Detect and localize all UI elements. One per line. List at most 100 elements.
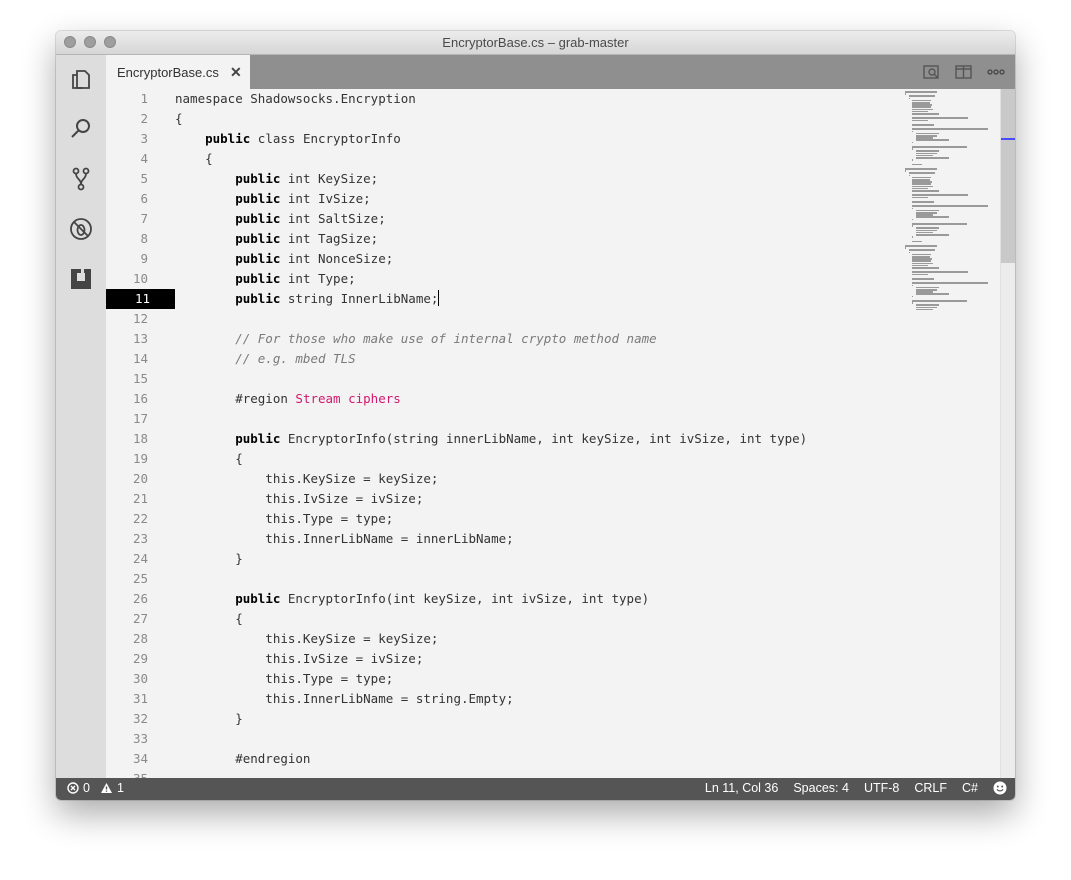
encoding[interactable]: UTF-8 — [864, 781, 899, 795]
line-text[interactable]: this.KeySize = keySize; — [175, 469, 438, 489]
minimap-line — [912, 207, 914, 210]
code-line[interactable]: 24 } — [106, 549, 906, 569]
code-line[interactable]: 15 — [106, 369, 906, 389]
code-line[interactable]: 34 #endregion — [106, 749, 906, 769]
line-text[interactable]: public EncryptorInfo(int keySize, int iv… — [175, 589, 649, 609]
code-line[interactable]: 12 — [106, 309, 906, 329]
minimap-line — [912, 119, 929, 122]
code-line[interactable]: 3 public class EncryptorInfo — [106, 129, 906, 149]
code-line[interactable]: 7 public int SaltSize; — [106, 209, 906, 229]
line-text[interactable]: } — [175, 709, 243, 729]
language-mode[interactable]: C# — [962, 781, 978, 795]
tab-encryptorbase[interactable]: EncryptorBase.cs ✕ — [106, 55, 250, 89]
minimap-line — [905, 91, 937, 93]
code-area[interactable]: 1 namespace Shadowsocks.Encryption 2{3 pub… — [106, 89, 905, 778]
minimap[interactable] — [905, 89, 1001, 311]
search-icon[interactable] — [65, 113, 97, 145]
code-line[interactable]: 4 { — [106, 149, 906, 169]
vertical-scrollbar[interactable] — [1000, 89, 1015, 778]
extensions-icon[interactable] — [65, 263, 97, 295]
line-text[interactable]: public int IvSize; — [175, 189, 370, 209]
code-line[interactable]: 20 this.KeySize = keySize; — [106, 469, 906, 489]
minimap-line — [912, 267, 940, 269]
code-line[interactable]: 28 this.KeySize = keySize; — [106, 629, 906, 649]
code-line[interactable]: 1 namespace Shadowsocks.Encryption — [106, 89, 906, 109]
line-text[interactable]: { — [175, 609, 243, 629]
line-text[interactable]: this.KeySize = keySize; — [175, 629, 438, 649]
line-text[interactable]: this.IvSize = ivSize; — [175, 489, 423, 509]
line-text[interactable]: #endregion — [175, 749, 310, 769]
code-line[interactable]: 8 public int TagSize; — [106, 229, 906, 249]
explorer-icon[interactable] — [65, 63, 97, 95]
line-number: 15 — [132, 371, 148, 386]
line-ending[interactable]: CRLF — [914, 781, 947, 795]
code-line[interactable]: 22 this.Type = type; — [106, 509, 906, 529]
minimap-line — [905, 170, 906, 172]
debug-icon[interactable] — [65, 213, 97, 245]
status-bar: 0 1 Ln 11, Col 36 Spaces: 4 UTF-8 CRLF C… — [56, 778, 1015, 800]
split-editor-icon[interactable] — [953, 63, 975, 81]
code-line[interactable]: 19 { — [106, 449, 906, 469]
code-line[interactable]: 29 this.IvSize = ivSize; — [106, 649, 906, 669]
line-text[interactable]: // For those who make use of internal cr… — [175, 329, 656, 349]
line-text[interactable]: { — [175, 109, 183, 129]
line-text[interactable]: public int Type; — [175, 269, 355, 289]
code-line[interactable]: 30 this.Type = type; — [106, 669, 906, 689]
code-line[interactable]: 18 public EncryptorInfo(string innerLibN… — [106, 429, 906, 449]
code-line[interactable]: 17 — [106, 409, 906, 429]
code-line[interactable]: 25 — [106, 569, 906, 589]
line-text[interactable]: this.InnerLibName = innerLibName; — [175, 529, 513, 549]
code-line[interactable]: 35 — [106, 769, 906, 778]
line-text[interactable]: this.Type = type; — [175, 509, 393, 529]
code-line[interactable]: 10 public int Type; — [106, 269, 906, 289]
code-line[interactable]: 21 this.IvSize = ivSize; — [106, 489, 906, 509]
code-line[interactable]: 11 public string InnerLibName; — [106, 289, 906, 309]
line-text[interactable]: public string InnerLibName; — [175, 289, 440, 309]
line-text[interactable]: // e.g. mbed TLS — [175, 349, 355, 369]
code-line[interactable]: 2{ — [106, 109, 906, 129]
line-text[interactable]: { — [175, 449, 243, 469]
line-text[interactable]: this.InnerLibName = string.Empty; — [175, 689, 513, 709]
problems-indicator[interactable]: 0 1 — [67, 781, 124, 795]
code-line[interactable]: 14 // e.g. mbed TLS — [106, 349, 906, 369]
code-line[interactable]: 23 this.InnerLibName = innerLibName; — [106, 529, 906, 549]
line-text[interactable]: public EncryptorInfo(string innerLibName… — [175, 429, 807, 449]
line-number: 26 — [132, 591, 148, 606]
code-line[interactable]: 27 { — [106, 609, 906, 629]
code-line[interactable]: 9 public int NonceSize; — [106, 249, 906, 269]
feedback-smiley-icon[interactable] — [993, 781, 1007, 795]
line-text[interactable]: public int SaltSize; — [175, 209, 386, 229]
line-text[interactable]: { — [175, 149, 213, 169]
code-editor[interactable]: 1 namespace Shadowsocks.Encryption 2{3 pub… — [106, 89, 1015, 778]
open-preview-icon[interactable] — [921, 63, 943, 81]
code-line[interactable]: 32 } — [106, 709, 906, 729]
code-line[interactable]: 26 public EncryptorInfo(int keySize, int… — [106, 589, 906, 609]
line-text[interactable]: this.IvSize = ivSize; — [175, 649, 423, 669]
code-line[interactable]: 6 public int IvSize; — [106, 189, 906, 209]
line-text[interactable]: } — [175, 549, 243, 569]
line-text[interactable]: public int NonceSize; — [175, 249, 393, 269]
minimap-line — [912, 282, 989, 284]
line-text[interactable]: public class EncryptorInfo — [175, 129, 401, 149]
code-line[interactable]: 33 — [106, 729, 906, 749]
scrollbar-thumb[interactable] — [1001, 89, 1015, 263]
code-line[interactable]: 16 #region Stream ciphers — [106, 389, 906, 409]
line-number: 2 — [140, 111, 148, 126]
line-text[interactable]: public int KeySize; — [175, 169, 378, 189]
minimap-line — [912, 300, 968, 302]
line-text[interactable]: this.Type = type; — [175, 669, 393, 689]
line-text[interactable]: #region Stream ciphers — [175, 389, 401, 409]
close-tab-icon[interactable]: ✕ — [230, 64, 242, 81]
line-text[interactable]: public int TagSize; — [175, 229, 378, 249]
cursor-position[interactable]: Ln 11, Col 36 — [705, 781, 778, 795]
line-text[interactable]: namespace Shadowsocks.Encryption — [175, 89, 416, 109]
more-actions-icon[interactable] — [985, 63, 1007, 81]
code-line[interactable]: 5 public int KeySize; — [106, 169, 906, 189]
git-icon[interactable] — [65, 163, 97, 195]
indentation[interactable]: Spaces: 4 — [793, 781, 849, 795]
code-line[interactable]: 13 // For those who make use of internal… — [106, 329, 906, 349]
minimap-line — [905, 168, 937, 170]
code-line[interactable]: 31 this.InnerLibName = string.Empty; — [106, 689, 906, 709]
line-number: 28 — [132, 631, 148, 646]
minimap-line — [912, 163, 923, 166]
